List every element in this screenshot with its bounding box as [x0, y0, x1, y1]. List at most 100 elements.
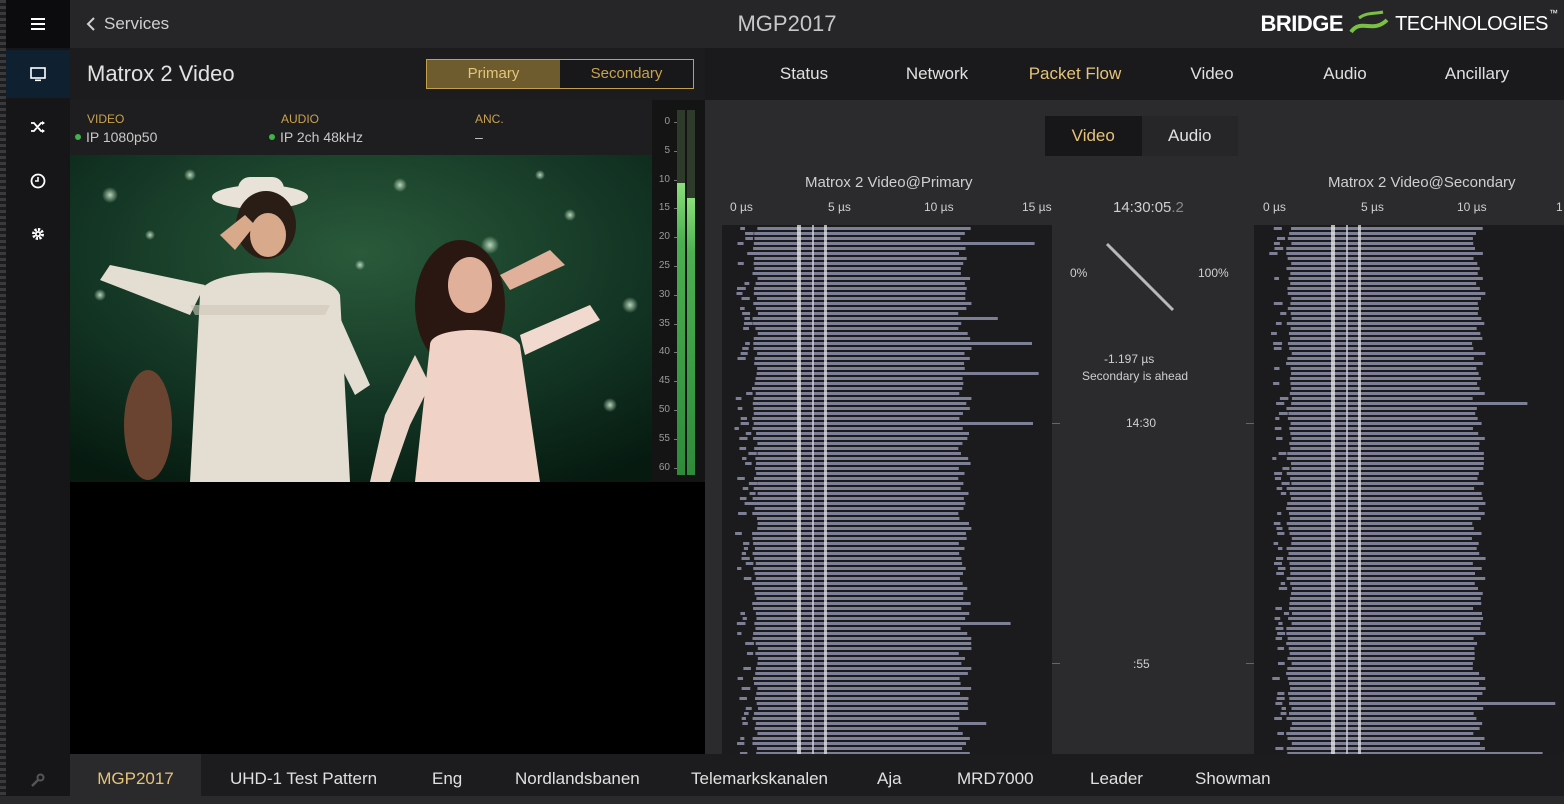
secondary-axis-label: 10 µs	[1457, 200, 1487, 214]
packet-bar	[1291, 317, 1482, 320]
packet-bar	[1291, 402, 1528, 405]
packet-bar	[755, 467, 959, 470]
packet-bar	[1287, 452, 1484, 455]
packet-bar-edge	[740, 417, 747, 420]
packet-bar	[1286, 322, 1485, 325]
packet-bar	[753, 262, 964, 265]
tab-packet-flow[interactable]: Packet Flow	[1029, 48, 1122, 100]
packet-bar	[757, 277, 971, 280]
packet-bar-edge	[1280, 312, 1287, 315]
service-tab-telemarkskanalen[interactable]: Telemarkskanalen	[691, 754, 828, 796]
packet-bar	[1289, 492, 1482, 495]
packet-highlight-line	[812, 225, 814, 754]
menu-button[interactable]	[6, 0, 70, 48]
secondary-button[interactable]: Secondary	[560, 60, 693, 88]
packet-bar	[754, 557, 962, 560]
packet-bar	[753, 302, 972, 305]
video-preview[interactable]	[70, 155, 652, 482]
packet-bar-edge	[1279, 397, 1289, 400]
packet-bar	[1287, 287, 1480, 290]
packet-bar	[1287, 417, 1478, 420]
packet-bar	[1286, 487, 1475, 490]
packet-bar	[754, 587, 968, 590]
meter-tick-label: 60	[658, 461, 670, 473]
service-tab-aja[interactable]: Aja	[877, 754, 902, 796]
history-button[interactable]	[6, 157, 70, 205]
video-area-empty	[70, 482, 705, 754]
packet-bar-edge	[743, 547, 749, 550]
service-tab-nordlandsbanen[interactable]: Nordlandsbanen	[515, 754, 640, 796]
signal-info: VIDEO IP 1080p50 AUDIO IP 2ch 48kHz ANC.…	[70, 100, 652, 155]
service-tab-showman[interactable]: Showman	[1195, 754, 1271, 796]
packet-bar-edge	[734, 427, 739, 430]
packet-bar	[753, 407, 970, 410]
packet-bar-edge	[1277, 632, 1286, 635]
packet-bar-edge	[745, 562, 754, 565]
service-title: Matrox 2 Video	[87, 61, 235, 86]
tab-video[interactable]: Video	[1190, 48, 1233, 100]
video-frame	[70, 155, 652, 482]
packet-bar-edge	[743, 577, 752, 580]
packet-bar	[754, 232, 965, 235]
packet-bar-edge	[1277, 647, 1285, 650]
monitor-button[interactable]	[6, 50, 70, 98]
packet-bar	[752, 637, 972, 640]
audio-stream-tab[interactable]: Audio	[1141, 116, 1238, 156]
top-bar: Services MGP2017 BRIDGE TECHNOLOGIES ™	[70, 0, 1564, 48]
packet-bar-edge	[745, 462, 752, 465]
tools-button[interactable]	[6, 756, 70, 804]
packet-bar	[1288, 332, 1481, 335]
tab-network[interactable]: Network	[906, 48, 968, 100]
sync-percent-min: 0%	[1070, 266, 1088, 280]
packet-bar-edge	[743, 667, 751, 670]
service-tab-uhd1[interactable]: UHD-1 Test Pattern	[230, 754, 377, 796]
primary-packet-plot[interactable]	[722, 225, 1052, 754]
service-tabs-bar: MGP2017 UHD-1 Test Pattern Eng Nordlands…	[70, 754, 1564, 796]
anc-info-value: –	[475, 129, 483, 145]
packet-bar-edge	[1275, 702, 1283, 705]
packet-bar-edge	[1274, 717, 1282, 720]
packet-bar-edge	[739, 497, 747, 500]
packet-bar	[1286, 472, 1479, 475]
packet-bar	[753, 247, 966, 250]
packet-bar	[1289, 697, 1478, 700]
service-tab-mrd7000[interactable]: MRD7000	[957, 754, 1034, 796]
video-stream-tab[interactable]: Video	[1045, 116, 1142, 156]
packet-bar-edge	[1273, 382, 1280, 385]
packet-bar-edge	[1269, 252, 1278, 255]
packet-bar	[1286, 717, 1477, 720]
packet-bar	[1288, 617, 1484, 620]
primary-axis-label: 0 µs	[730, 200, 753, 214]
service-tab-eng[interactable]: Eng	[432, 754, 462, 796]
monitor-icon	[30, 67, 46, 82]
secondary-axis-label: 5 µs	[1361, 200, 1384, 214]
packet-bar-edge	[1280, 582, 1286, 585]
packet-bar-edge	[746, 652, 754, 655]
packet-bar	[1288, 527, 1474, 530]
meter-tick-label: 55	[658, 432, 670, 444]
packet-bar	[1290, 312, 1478, 315]
packet-bar-edge	[1278, 622, 1283, 625]
shuffle-button[interactable]	[6, 103, 70, 151]
stream-type-toggle: Video Audio	[1045, 116, 1238, 156]
packet-bar	[754, 362, 965, 365]
packet-bar	[755, 722, 987, 725]
packet-bar-edge	[740, 227, 745, 230]
primary-packet-bars	[734, 225, 1039, 754]
secondary-packet-plot[interactable]	[1254, 225, 1564, 754]
audio-info-label: AUDIO	[281, 112, 320, 126]
packet-bar	[1291, 397, 1473, 400]
packet-bar	[1291, 297, 1481, 300]
tab-status[interactable]: Status	[780, 48, 828, 100]
packet-bar	[754, 572, 963, 575]
tab-ancillary[interactable]: Ancillary	[1445, 48, 1509, 100]
packet-bar-edge	[740, 737, 745, 740]
service-header: Matrox 2 Video Primary Secondary	[70, 48, 705, 100]
video-info-label: VIDEO	[87, 112, 125, 126]
service-tab-mgp2017[interactable]: MGP2017	[70, 754, 201, 796]
primary-button[interactable]: Primary	[427, 60, 560, 88]
service-tab-leader[interactable]: Leader	[1090, 754, 1143, 796]
packet-bar	[1291, 707, 1484, 710]
settings-button[interactable]	[6, 210, 70, 258]
tab-audio[interactable]: Audio	[1323, 48, 1366, 100]
